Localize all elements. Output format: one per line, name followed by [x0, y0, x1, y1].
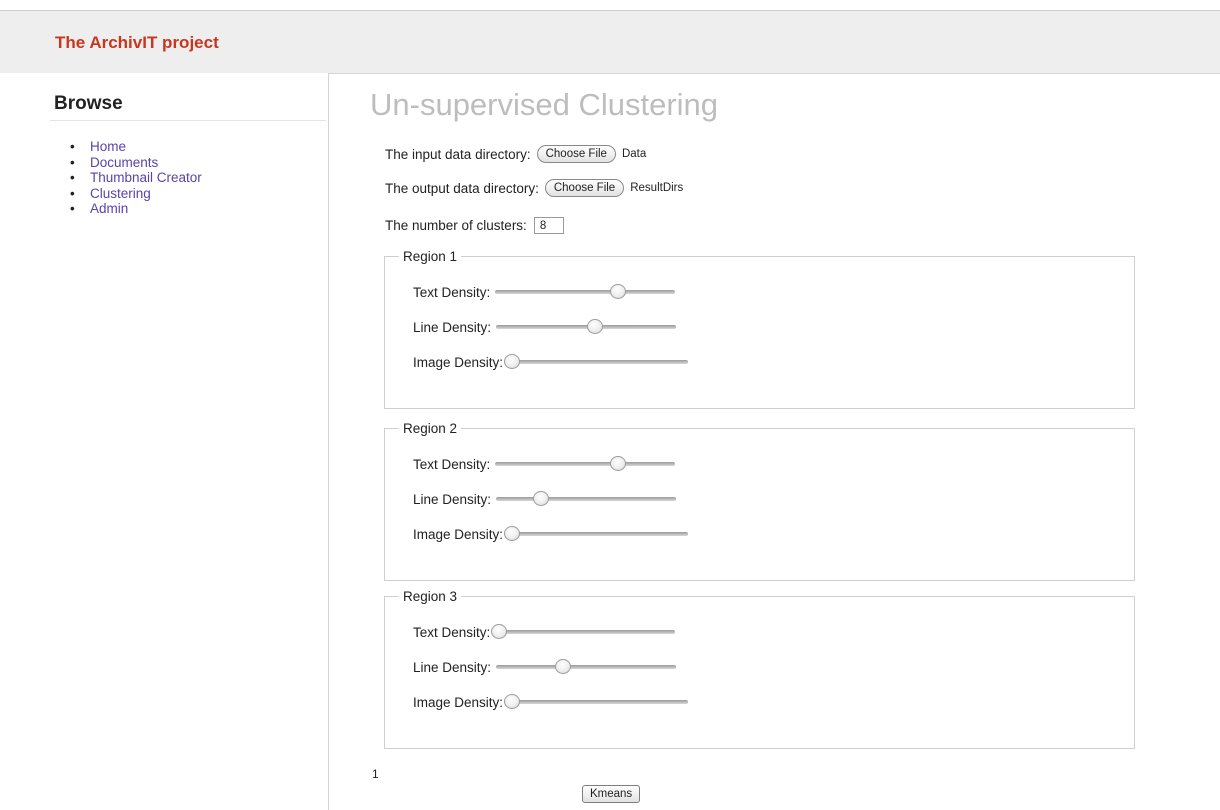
- slider-label: Image Density:: [413, 694, 504, 710]
- slider-label: Line Density:: [413, 491, 492, 507]
- slider-label: Line Density:: [413, 659, 492, 675]
- output-choose-file-button[interactable]: Choose File: [544, 179, 625, 197]
- region-3-image-density-row: Image Density:: [413, 694, 689, 710]
- kmeans-button[interactable]: Kmeans: [582, 785, 641, 803]
- region-2-image-density-row: Image Density:: [413, 526, 689, 542]
- slider-thumb[interactable]: [533, 491, 550, 506]
- sidebar-item-documents[interactable]: Documents: [70, 155, 202, 171]
- clusters-input[interactable]: 8: [533, 217, 564, 234]
- input-directory-label: The input data directory:: [385, 146, 531, 162]
- slider-label: Text Density:: [413, 456, 491, 472]
- region-2-line-density-slider[interactable]: [496, 491, 677, 507]
- project-brand-link[interactable]: The ArchivIT project: [55, 33, 219, 53]
- region-2-fieldset: Region 2 Text Density: Line Density: Ima…: [384, 421, 1135, 581]
- slider-thumb[interactable]: [503, 354, 520, 369]
- input-file-name: Data: [621, 148, 647, 160]
- region-1-legend: Region 1: [403, 249, 458, 264]
- region-1-line-density-row: Line Density:: [413, 319, 677, 335]
- slider-thumb[interactable]: [503, 694, 520, 709]
- slider-thumb[interactable]: [554, 659, 571, 674]
- region-1-image-density-slider[interactable]: [503, 354, 689, 370]
- region-2-text-density-slider[interactable]: [495, 456, 676, 472]
- output-directory-row: The output data directory: Choose File R…: [385, 179, 683, 197]
- sidebar-heading: Browse: [54, 93, 123, 114]
- input-choose-file-button[interactable]: Choose File: [536, 145, 616, 163]
- sidebar-item-thumbnail-creator[interactable]: Thumbnail Creator: [70, 170, 202, 186]
- top-banner: The ArchivIT project: [0, 10, 1220, 74]
- region-1-line-density-slider[interactable]: [496, 319, 677, 335]
- region-3-line-density-row: Line Density:: [413, 659, 677, 675]
- clusters-row: The number of clusters: 8: [385, 217, 564, 234]
- page-number: 1: [372, 767, 379, 781]
- slider-thumb[interactable]: [490, 624, 507, 639]
- output-file-name: ResultDirs: [630, 182, 684, 194]
- main-content: Un-supervised Clustering The input data …: [328, 73, 1220, 810]
- region-2-image-density-slider[interactable]: [503, 526, 689, 542]
- region-1-text-density-row: Text Density:: [413, 284, 676, 300]
- region-1-image-density-row: Image Density:: [413, 354, 689, 370]
- region-3-line-density-slider[interactable]: [496, 659, 677, 675]
- slider-thumb[interactable]: [609, 456, 626, 471]
- region-3-fieldset: Region 3 Text Density: Line Density: Ima…: [384, 589, 1135, 749]
- region-3-legend: Region 3: [403, 589, 458, 604]
- region-1-fieldset: Region 1 Text Density: Line Density: Ima…: [384, 249, 1135, 409]
- region-3-text-density-row: Text Density:: [413, 624, 676, 640]
- slider-thumb[interactable]: [609, 284, 626, 299]
- slider-label: Line Density:: [413, 319, 492, 335]
- sidebar-item-home[interactable]: Home: [70, 139, 202, 155]
- output-directory-label: The output data directory:: [385, 180, 539, 196]
- sidebar-item-clustering[interactable]: Clustering: [70, 186, 202, 202]
- slider-label: Text Density:: [413, 624, 491, 640]
- sidebar: Browse Home Documents Thumbnail Creator …: [0, 73, 329, 810]
- region-2-legend: Region 2: [403, 421, 458, 436]
- sidebar-item-admin[interactable]: Admin: [70, 201, 202, 217]
- sidebar-nav: Home Documents Thumbnail Creator Cluster…: [70, 139, 202, 217]
- region-2-line-density-row: Line Density:: [413, 491, 677, 507]
- slider-thumb[interactable]: [503, 526, 520, 541]
- page-title: Un-supervised Clustering: [370, 87, 719, 122]
- clusters-label: The number of clusters:: [385, 218, 527, 233]
- region-2-text-density-row: Text Density:: [413, 456, 676, 472]
- slider-label: Text Density:: [413, 284, 491, 300]
- region-3-image-density-slider[interactable]: [503, 694, 689, 710]
- slider-thumb[interactable]: [587, 319, 604, 334]
- region-1-text-density-slider[interactable]: [495, 284, 676, 300]
- region-3-text-density-slider[interactable]: [490, 624, 676, 640]
- sidebar-divider: [50, 120, 326, 121]
- slider-label: Image Density:: [413, 526, 504, 542]
- input-directory-row: The input data directory: Choose File Da…: [385, 145, 646, 163]
- slider-label: Image Density:: [413, 354, 504, 370]
